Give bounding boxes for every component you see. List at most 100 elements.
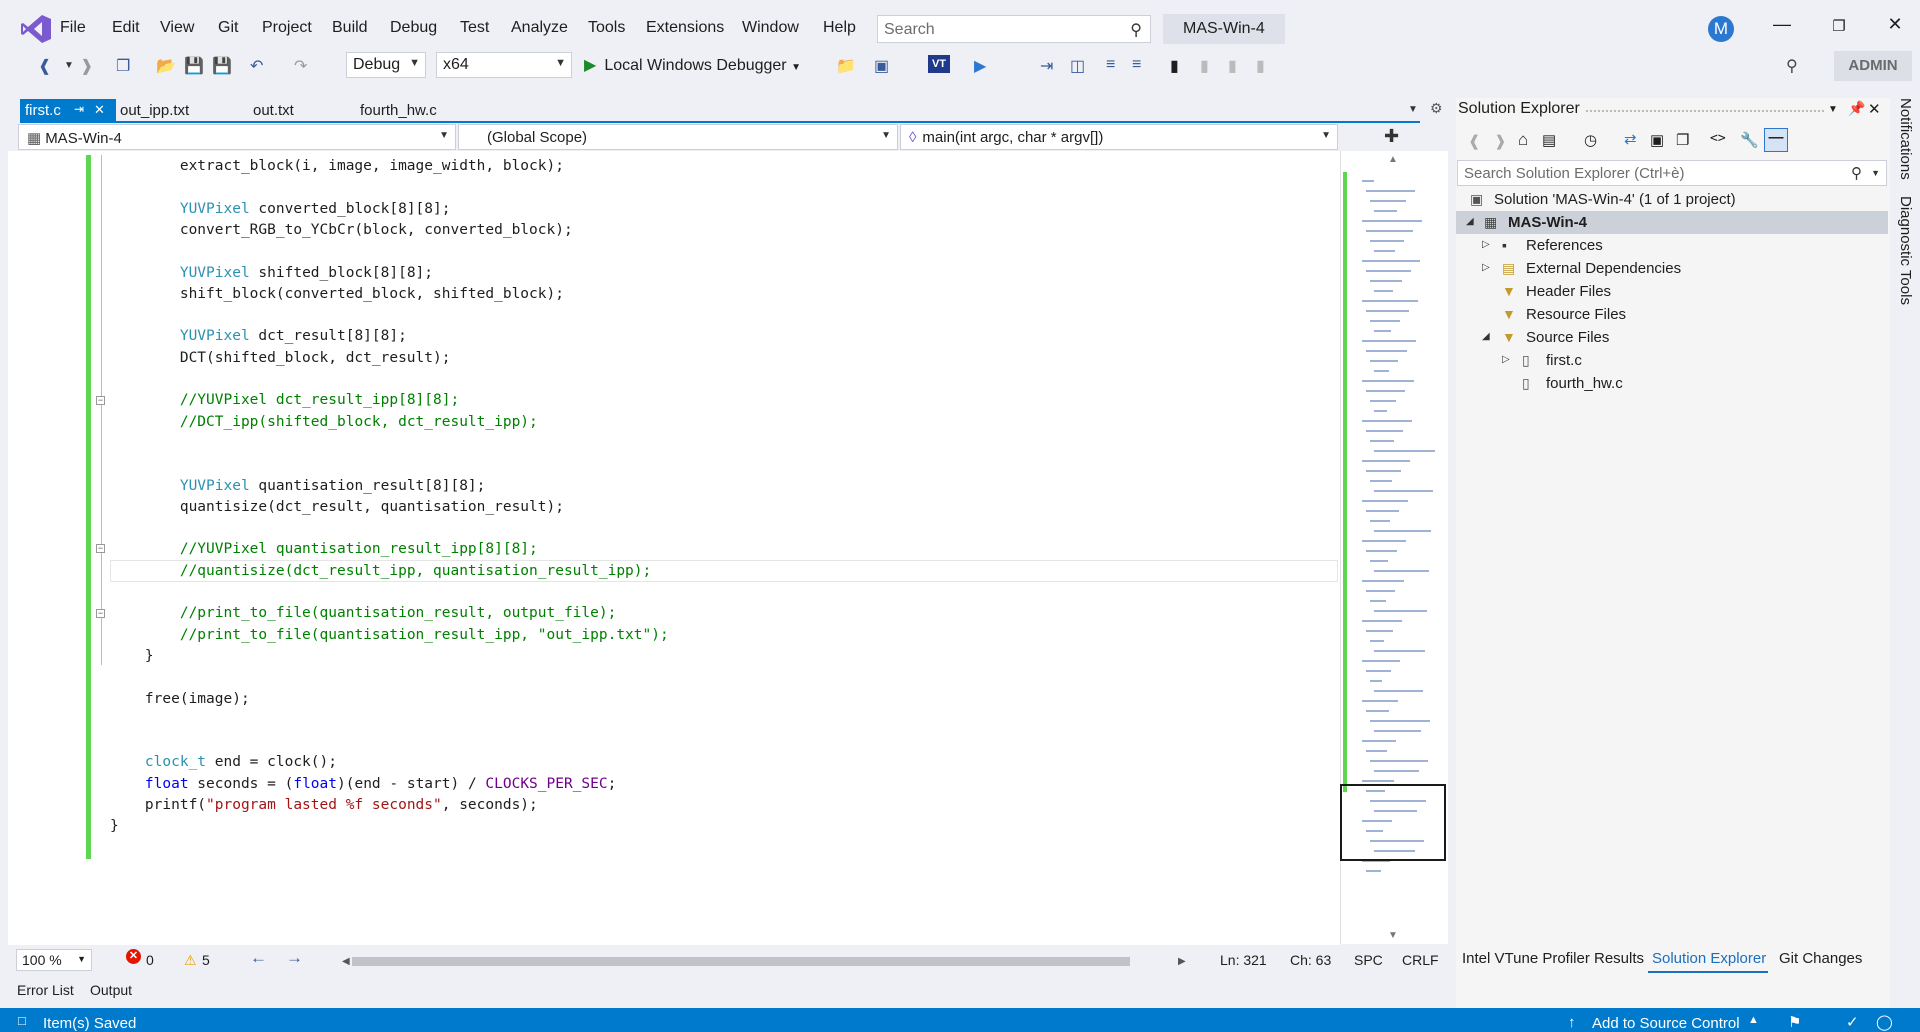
tab-out-ipp-txt[interactable]: out_ipp.txt (115, 99, 194, 123)
redo-icon[interactable]: ↷ (294, 56, 307, 76)
code-line[interactable]: //print_to_file(quantisation_result, out… (110, 603, 617, 624)
pin-icon[interactable]: 📌 (1848, 100, 1865, 117)
line-ending[interactable]: CRLF (1402, 952, 1439, 968)
step-icon[interactable]: ⇥ (1040, 56, 1053, 76)
copilot-icon[interactable]: ◯ (1876, 1013, 1893, 1031)
preview-selected-items-icon[interactable]: — (1764, 128, 1788, 152)
run-icon[interactable]: ▶ (974, 56, 986, 76)
scroll-down-icon[interactable]: ▼ (1388, 930, 1398, 941)
close-panel-icon[interactable]: ✕ (1868, 100, 1881, 118)
collapse-icon[interactable]: − (96, 609, 105, 618)
code-line[interactable]: //YUVPixel quantisation_result_ipp[8][8]… (110, 539, 538, 560)
project-scope-dropdown[interactable]: ▦ MAS-Win-4 ▼ (18, 124, 456, 150)
previous-issue-icon[interactable]: ← (250, 948, 267, 968)
scroll-up-icon[interactable]: ▲ (1388, 154, 1398, 165)
back-icon[interactable]: ❰ (38, 56, 51, 76)
code-line[interactable]: //YUVPixel dct_result_ipp[8][8]; (110, 390, 459, 411)
menu-view[interactable]: View (160, 19, 194, 37)
error-count[interactable]: 0 (146, 952, 154, 968)
menu-debug[interactable]: Debug (390, 19, 437, 37)
code-line[interactable]: } (110, 816, 119, 837)
scroll-left-icon[interactable]: ◀ (342, 956, 350, 967)
menu-git[interactable]: Git (218, 19, 238, 37)
code-line[interactable]: YUVPixel shifted_block[8][8]; (110, 263, 433, 284)
prev-bookmark-icon[interactable]: ▮ (1200, 56, 1209, 76)
visual-studio-logo-icon[interactable] (20, 14, 52, 44)
code-line[interactable]: YUVPixel converted_block[8][8]; (110, 199, 451, 220)
clear-bookmarks-icon[interactable]: ▮ (1256, 56, 1265, 76)
line-number[interactable]: Ln: 321 (1220, 952, 1267, 968)
menu-help[interactable]: Help (823, 19, 856, 37)
indent-mode[interactable]: SPC (1354, 952, 1383, 968)
close-icon[interactable]: ✕ (1872, 14, 1918, 35)
platform-dropdown[interactable]: x64 ▼ (436, 52, 572, 78)
tab-output[interactable]: Output (90, 982, 132, 998)
tab-solution-explorer[interactable]: Solution Explorer (1652, 950, 1766, 967)
menu-tools[interactable]: Tools (588, 19, 625, 37)
open-folder-icon[interactable]: 📂 (156, 56, 176, 76)
layout-icon[interactable]: ◫ (1070, 56, 1085, 76)
next-bookmark-icon[interactable]: ▮ (1228, 56, 1237, 76)
code-line[interactable]: shift_block(converted_block, shifted_blo… (110, 284, 564, 305)
forward-icon[interactable]: ❱ (1494, 132, 1507, 150)
find-in-files-icon[interactable]: 📁 (836, 56, 856, 76)
admin-badge[interactable]: ADMIN (1834, 51, 1912, 81)
menu-analyze[interactable]: Analyze (511, 19, 568, 37)
restore-icon[interactable]: ❐ (1816, 17, 1862, 35)
solution-explorer-search[interactable]: Search Solution Explorer (Ctrl+è) ⚲ ▼ (1457, 160, 1887, 186)
menu-build[interactable]: Build (332, 19, 368, 37)
code-line[interactable]: //print_to_file(quantisation_result_ipp,… (110, 625, 669, 646)
feedback-icon[interactable]: ✓ (1846, 1013, 1859, 1031)
screenshot-icon[interactable]: ▣ (874, 56, 889, 76)
tab-error-list[interactable]: Error List (17, 982, 74, 998)
menu-test[interactable]: Test (460, 19, 489, 37)
tree-item-external-dependencies[interactable]: ▷ ▤ External Dependencies (1456, 257, 1888, 280)
member-dropdown[interactable]: ◊ main(int argc, char * argv[]) ▼ (900, 124, 1338, 150)
horizontal-scroll-thumb[interactable] (352, 957, 1130, 966)
pending-changes-filter-icon[interactable]: ◷ (1584, 131, 1597, 149)
back-dropdown-icon[interactable]: ▼ (64, 60, 74, 71)
code-line[interactable]: //DCT_ipp(shifted_block, dct_result_ipp)… (110, 412, 538, 433)
tab-git-changes[interactable]: Git Changes (1779, 950, 1862, 967)
save-all-icon[interactable]: 💾 (212, 56, 232, 76)
outdent-icon[interactable]: ≡ (1132, 56, 1141, 74)
tab-out-txt[interactable]: out.txt (248, 99, 299, 123)
code-line[interactable]: //quantisize(dct_result_ipp, quantisatio… (110, 561, 651, 582)
code-line[interactable]: convert_RGB_to_YCbCr(block, converted_bl… (110, 220, 573, 241)
scroll-right-icon[interactable]: ▶ (1178, 956, 1186, 967)
code-line[interactable]: YUVPixel quantisation_result[8][8]; (110, 476, 486, 497)
menu-window[interactable]: Window (742, 19, 799, 37)
live-share-icon[interactable]: ⚲ (1786, 56, 1798, 76)
menu-edit[interactable]: Edit (112, 19, 140, 37)
view-code-icon[interactable]: <> (1710, 131, 1726, 146)
expanded-arrow-icon[interactable]: ◢ (1466, 216, 1474, 227)
minimize-icon[interactable]: — (1759, 14, 1805, 35)
bookmark-icon[interactable]: ▮ (1170, 56, 1179, 76)
warning-count[interactable]: 5 (202, 952, 210, 968)
tree-item-first-c[interactable]: ▷ ▯ first.c (1456, 349, 1888, 372)
undo-icon[interactable]: ↶ (250, 56, 263, 76)
start-debugging-button[interactable]: ▶ Local Windows Debugger ▼ (584, 55, 801, 75)
minimap-viewport[interactable] (1340, 784, 1446, 861)
avatar[interactable]: M (1708, 16, 1734, 42)
tree-item-resource-files[interactable]: ▼ Resource Files (1456, 303, 1888, 326)
show-all-files-icon[interactable]: ❐ (1676, 131, 1689, 149)
notifications-tab[interactable]: Notifications (1897, 98, 1914, 180)
code-line[interactable]: clock_t end = clock(); (110, 752, 337, 773)
code-line[interactable]: extract_block(i, image, image_width, blo… (110, 156, 564, 177)
next-issue-icon[interactable]: → (286, 948, 303, 968)
forward-icon[interactable]: ❱ (80, 56, 93, 76)
tree-item-source-files[interactable]: ◢ ▼ Source Files (1456, 326, 1888, 349)
collapse-icon[interactable]: − (96, 544, 105, 553)
panel-menu-icon[interactable]: ▼ (1828, 104, 1838, 115)
close-icon[interactable]: ✕ (94, 102, 105, 118)
tab-first-c[interactable]: first.c ⇥ ✕ (20, 99, 116, 123)
tree-item-solution-mas-win-4-1-of-1-project[interactable]: ▣ Solution 'MAS-Win-4' (1 of 1 project) (1456, 188, 1888, 211)
tree-item-references[interactable]: ▷ ▪ References (1456, 234, 1888, 257)
collapse-all-icon[interactable]: ▣ (1650, 131, 1664, 149)
properties-wrench-icon[interactable]: 🔧 (1740, 131, 1759, 149)
tree-item-fourth-hw-c[interactable]: ▯ fourth_hw.c (1456, 372, 1888, 395)
diagnostic-tools-tab[interactable]: Diagnostic Tools (1897, 196, 1914, 305)
home-icon[interactable]: ⌂ (1518, 130, 1528, 150)
tab-list-dropdown-icon[interactable]: ▼ (1408, 104, 1418, 115)
